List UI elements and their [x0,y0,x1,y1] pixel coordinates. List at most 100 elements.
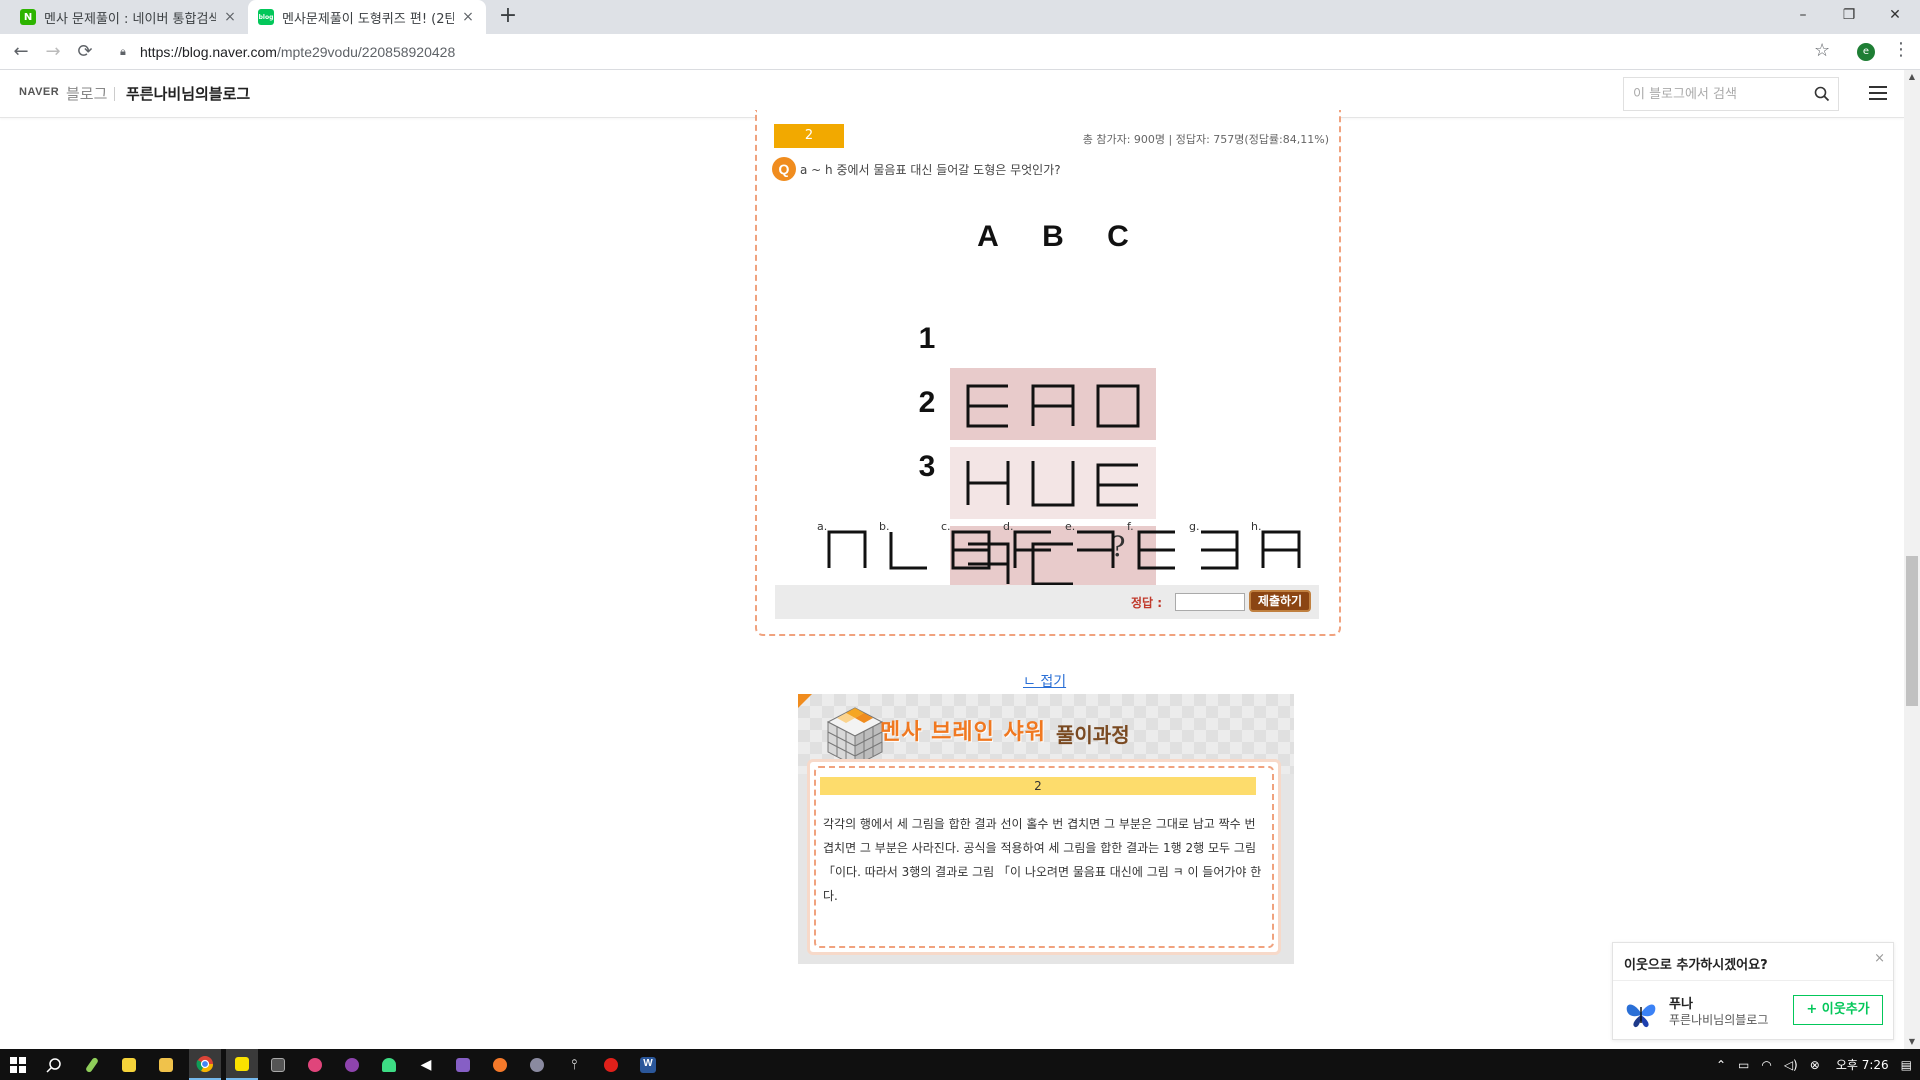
menu-icon[interactable] [1869,86,1887,102]
url-path: /mpte29vodu/220858920428 [276,44,456,60]
solution-title: 멘사 브레인 샤워 [880,720,1046,745]
tab-blog-post[interactable]: blog 멘사문제풀이 도형퀴즈 편! (2탄 × [248,0,486,34]
answer-options: a. b. c. d. e. f. g. h. [817,520,1317,580]
quiz-stats: 총 참가자: 900명 | 정답자: 757명(정답률:84,11%) [1082,133,1329,146]
puzzle-grid: A B C 1 2 3 ? [912,210,1232,598]
row-header: 2 [918,386,936,419]
neighbor-question: 이웃으로 추가하시겠어요? [1624,958,1768,973]
blender-icon[interactable] [488,1053,512,1077]
search-icon[interactable] [1814,86,1830,102]
figure-k-shape [1077,530,1115,568]
tab-title: 멘사문제풀이 도형퀴즈 편! (2탄 [282,11,454,27]
figure-square-shape [1096,384,1140,428]
audio-icon[interactable]: ◀ [414,1053,438,1077]
grid-cell-c1 [1080,368,1156,440]
figure-n-shape [827,530,867,568]
visual-studio-icon[interactable] [451,1053,475,1077]
battery-icon[interactable]: ▭ [1738,1058,1749,1072]
app-globe-icon[interactable] [525,1053,549,1077]
calculator-icon[interactable] [266,1053,290,1077]
windows-start-icon[interactable] [6,1053,30,1077]
popup-divider [1613,980,1893,981]
grid-cell-c2 [1080,447,1156,519]
android-icon[interactable] [377,1053,401,1077]
app-purple-icon[interactable] [340,1053,364,1077]
option-d: d. [1003,520,1067,580]
antivirus-icon[interactable]: ⊗ [1810,1058,1820,1072]
file-explorer-icon[interactable] [154,1053,178,1077]
vertical-scrollbar[interactable]: ▲ ▼ [1904,70,1920,1049]
minimize-button[interactable]: – [1780,0,1826,30]
profile-avatar[interactable]: e [1857,43,1875,61]
restore-button[interactable]: ❐ [1826,0,1872,30]
lock-icon: 🔒︎ [120,45,126,58]
figure-l-shape [889,532,927,570]
column-header: C [1107,220,1129,253]
blog-home-link[interactable]: 블로그 [66,83,107,104]
pen-icon[interactable] [80,1053,104,1077]
naver-blog-icon: blog [258,9,274,25]
figure-a-shape [1261,530,1301,568]
add-neighbor-button[interactable]: + 이웃추가 [1793,995,1883,1025]
solution-content: 2 각각의 행에서 세 그림을 합한 결과 선이 홀수 번 겹치면 그 부분은 … [807,759,1281,955]
chrome-icon[interactable] [189,1049,221,1080]
tab-naver-search[interactable]: N 멘사 문제풀이 : 네이버 통합검색 × [10,0,248,34]
option-g: g. [1189,520,1253,580]
figure-reversed-e-shape [1201,530,1239,570]
back-icon[interactable]: ← [9,40,33,64]
blog-title[interactable]: 푸른나비님의블로그 [126,83,250,104]
solution-subtitle: 풀이과정 [1056,723,1130,747]
close-icon[interactable]: × [1874,951,1885,966]
url-text: https://blog.naver.com/mpte29vodu/220858… [140,44,455,60]
scroll-down-icon[interactable]: ▼ [1904,1035,1920,1049]
option-e: e. [1065,520,1129,580]
question-text: a ~ h 중에서 물음표 대신 들어갈 도형은 무엇인가? [800,163,1061,177]
close-window-button[interactable]: ✕ [1872,0,1918,30]
butterfly-avatar-icon [1626,1004,1656,1028]
corner-ribbon [798,694,812,708]
wifi-icon[interactable]: ◠ [1761,1058,1771,1072]
pin-icon[interactable]: ⫯ [562,1053,586,1077]
neighbor-name: 푸나 [1669,997,1693,1012]
tab-title: 멘사 문제풀이 : 네이버 통합검색 [44,11,216,27]
naver-logo[interactable]: NAVER [19,86,59,98]
reload-icon[interactable]: ⟳ [73,40,97,64]
add-neighbor-popup: 이웃으로 추가하시겠어요? × 푸나 푸른나비님의블로그 + 이웃추가 [1612,942,1894,1040]
bookmark-star-icon[interactable]: ☆ [1814,40,1830,61]
clock[interactable]: 오후 7:26 [1836,1056,1889,1073]
address-bar[interactable]: 🔒︎ https://blog.naver.com/mpte29vodu/220… [110,38,1830,66]
browser-toolbar: ← → ⟳ 🔒︎ https://blog.naver.com/mpte29vo… [0,34,1920,70]
word-icon[interactable]: W [636,1053,660,1077]
scrollbar-thumb[interactable] [1906,556,1918,706]
figure-e-shape [1096,463,1138,507]
submit-button[interactable]: 제출하기 [1249,590,1311,612]
question-icon: Q [772,157,796,181]
neighbor-blog-name: 푸른나비님의블로그 [1669,1013,1769,1027]
blog-search-input[interactable] [1624,78,1804,110]
row-header: 1 [918,322,936,355]
system-tray: ⌃ ▭ ◠ ◁) ⊗ 오후 7:26 ▤ [1716,1049,1912,1080]
answer-input[interactable] [1175,593,1245,611]
more-menu-icon[interactable]: ⋮ [1892,39,1910,60]
figure-b-shape [951,530,991,570]
notification-icon[interactable]: ▤ [1901,1058,1912,1072]
app-red-icon[interactable] [599,1053,623,1077]
option-f: f. [1127,520,1191,580]
quiz-box: 2 총 참가자: 900명 | 정답자: 757명(정답률:84,11%) Q … [755,110,1341,636]
kakaotalk-icon[interactable] [226,1049,258,1080]
chevron-up-icon[interactable]: ⌃ [1716,1058,1726,1072]
scroll-up-icon[interactable]: ▲ [1904,70,1920,84]
close-tab-icon[interactable]: × [460,9,476,25]
search-icon[interactable] [42,1053,66,1077]
taskbar: ◀ ⫯ W ⌃ ▭ ◠ ◁) ⊗ 오후 7:26 ▤ [0,1049,1920,1080]
naver-n-icon: N [20,9,36,25]
new-tab-button[interactable]: + [496,5,520,29]
sticky-notes-icon[interactable] [117,1053,141,1077]
option-b: b. [879,520,943,580]
app-pink-icon[interactable] [303,1053,327,1077]
close-tab-icon[interactable]: × [222,9,238,25]
volume-icon[interactable]: ◁) [1784,1058,1798,1072]
forward-icon[interactable]: → [41,40,65,64]
row-header: 3 [918,450,936,483]
fold-link[interactable]: ㄴ 접기 [1023,671,1066,691]
